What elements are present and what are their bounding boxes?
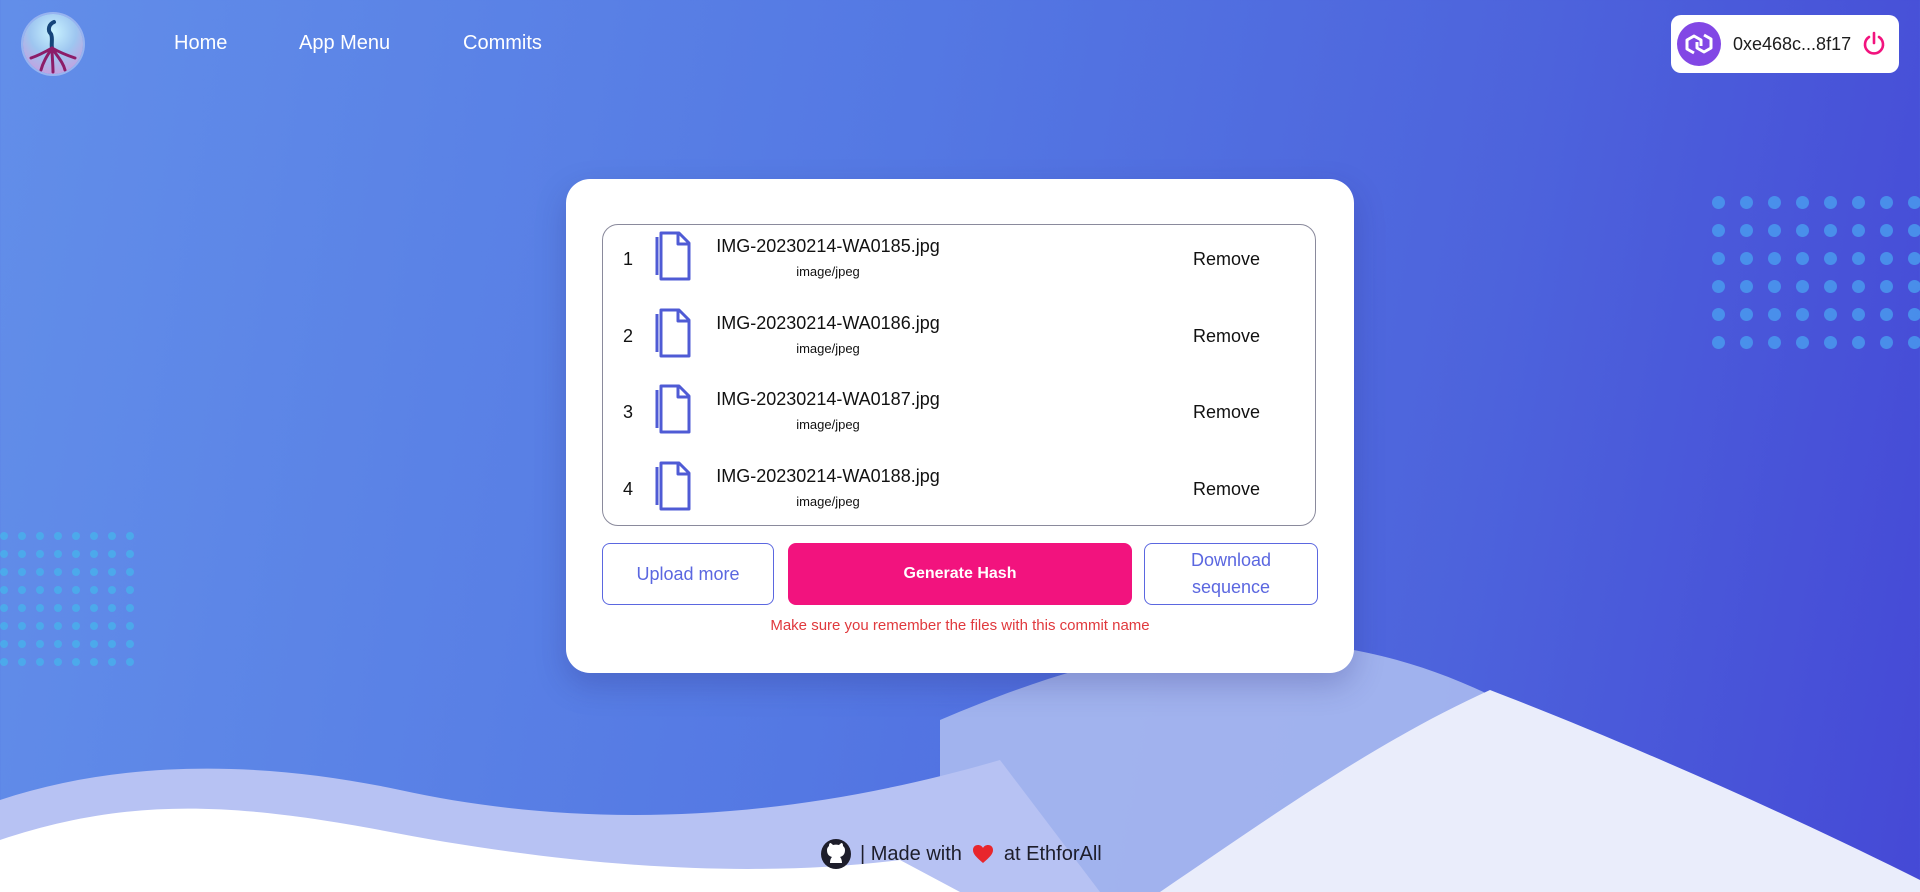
footer: | Made with at EthforAll [820,838,1102,870]
decorative-dots-right [1712,196,1920,350]
project-logo-icon [29,20,77,74]
footer-at-ethforall: at EthforAll [1003,842,1102,865]
file-icon [655,231,691,281]
polygon-icon [1677,22,1721,66]
heart-icon [972,845,993,863]
file-name: IMG-20230214-WA0187.jpg [716,389,940,409]
file-row: 3 IMG-20230214-WA0187.jpg image/jpeg Rem… [603,378,1315,454]
file-icon [655,461,691,511]
nav-link-app-menu[interactable]: App Menu [299,32,390,55]
file-list: 1 IMG-20230214-WA0185.jpg image/jpeg Rem… [602,224,1316,526]
wallet-address: 0xe468c...8f17 [1733,33,1852,54]
wallet-chip[interactable]: 0xe468c...8f17 [1671,15,1899,73]
remove-file-button[interactable]: Remove [1193,249,1260,270]
file-icon [655,308,691,358]
project-logo[interactable] [23,14,83,74]
file-type: image/jpeg [796,417,860,432]
nav-link-home[interactable]: Home [174,32,227,55]
file-icon [655,384,691,434]
file-index: 1 [623,249,634,269]
file-row: 4 IMG-20230214-WA0188.jpg image/jpeg Rem… [603,455,1315,531]
file-name: IMG-20230214-WA0188.jpg [716,466,940,486]
file-name: IMG-20230214-WA0186.jpg [716,313,940,333]
generate-hash-button[interactable]: Generate Hash [788,543,1132,605]
upload-more-button[interactable]: Upload more [602,543,774,605]
file-row: 2 IMG-20230214-WA0186.jpg image/jpeg Rem… [603,302,1315,378]
github-icon[interactable] [820,838,852,870]
file-row: 1 IMG-20230214-WA0185.jpg image/jpeg Rem… [603,225,1315,301]
decorative-dots-left [0,532,135,667]
remove-file-button[interactable]: Remove [1193,402,1260,423]
remove-file-button[interactable]: Remove [1193,326,1260,347]
download-sequence-button[interactable]: Download sequence [1144,543,1318,605]
remove-file-button[interactable]: Remove [1193,479,1260,500]
file-type: image/jpeg [796,264,860,279]
file-type: image/jpeg [796,494,860,509]
nav-link-commits[interactable]: Commits [463,32,542,55]
footer-made-with: | Made with [860,842,962,865]
file-type: image/jpeg [796,341,860,356]
commit-warning-text: Make sure you remember the files with th… [770,617,1150,634]
commit-card: 1 IMG-20230214-WA0185.jpg image/jpeg Rem… [566,179,1354,673]
file-index: 3 [623,402,634,422]
file-name: IMG-20230214-WA0185.jpg [716,236,940,256]
power-icon[interactable] [1861,31,1887,57]
file-index: 4 [623,479,634,499]
file-index: 2 [623,326,634,346]
